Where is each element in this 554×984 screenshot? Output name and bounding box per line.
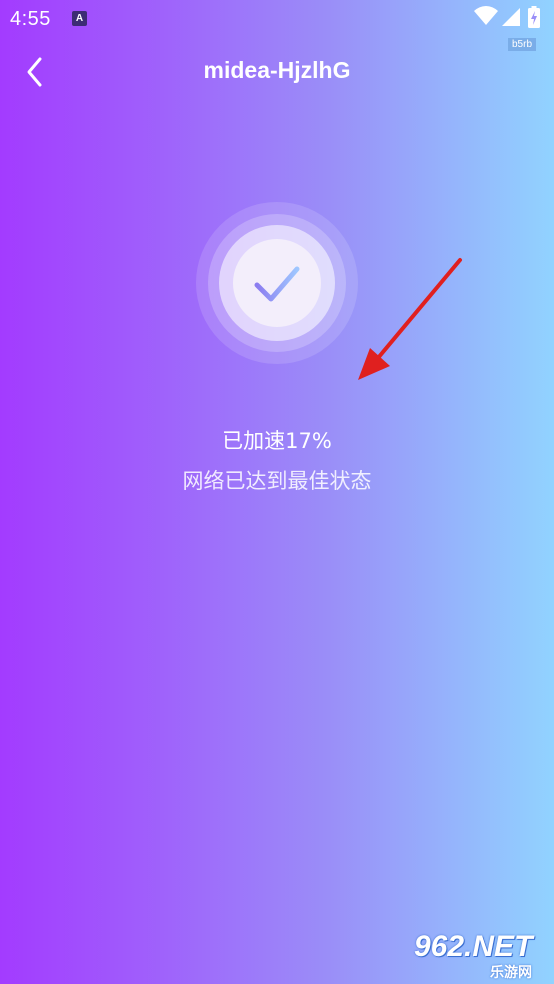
annotation-arrow — [358, 258, 462, 380]
battery-charging-icon — [528, 6, 540, 28]
signal-icon — [502, 8, 520, 26]
status-bar: 4:55 A — [0, 0, 554, 36]
debug-tag: b5rb — [508, 38, 537, 51]
network-status-label: 网络已达到最佳状态 — [182, 469, 372, 493]
watermark-logo: 962.NET 乐游网 — [414, 932, 550, 982]
wifi-icon — [474, 6, 498, 26]
page-title: midea-HjzlhG — [203, 57, 351, 83]
notification-a-icon: A — [72, 11, 87, 26]
status-time: 4:55 — [10, 8, 51, 30]
speed-boost-label: 已加速17% — [222, 429, 332, 453]
watermark-brand: 962.NET — [414, 930, 533, 963]
watermark-subtitle: 乐游网 — [490, 965, 532, 981]
check-icon — [254, 266, 300, 302]
